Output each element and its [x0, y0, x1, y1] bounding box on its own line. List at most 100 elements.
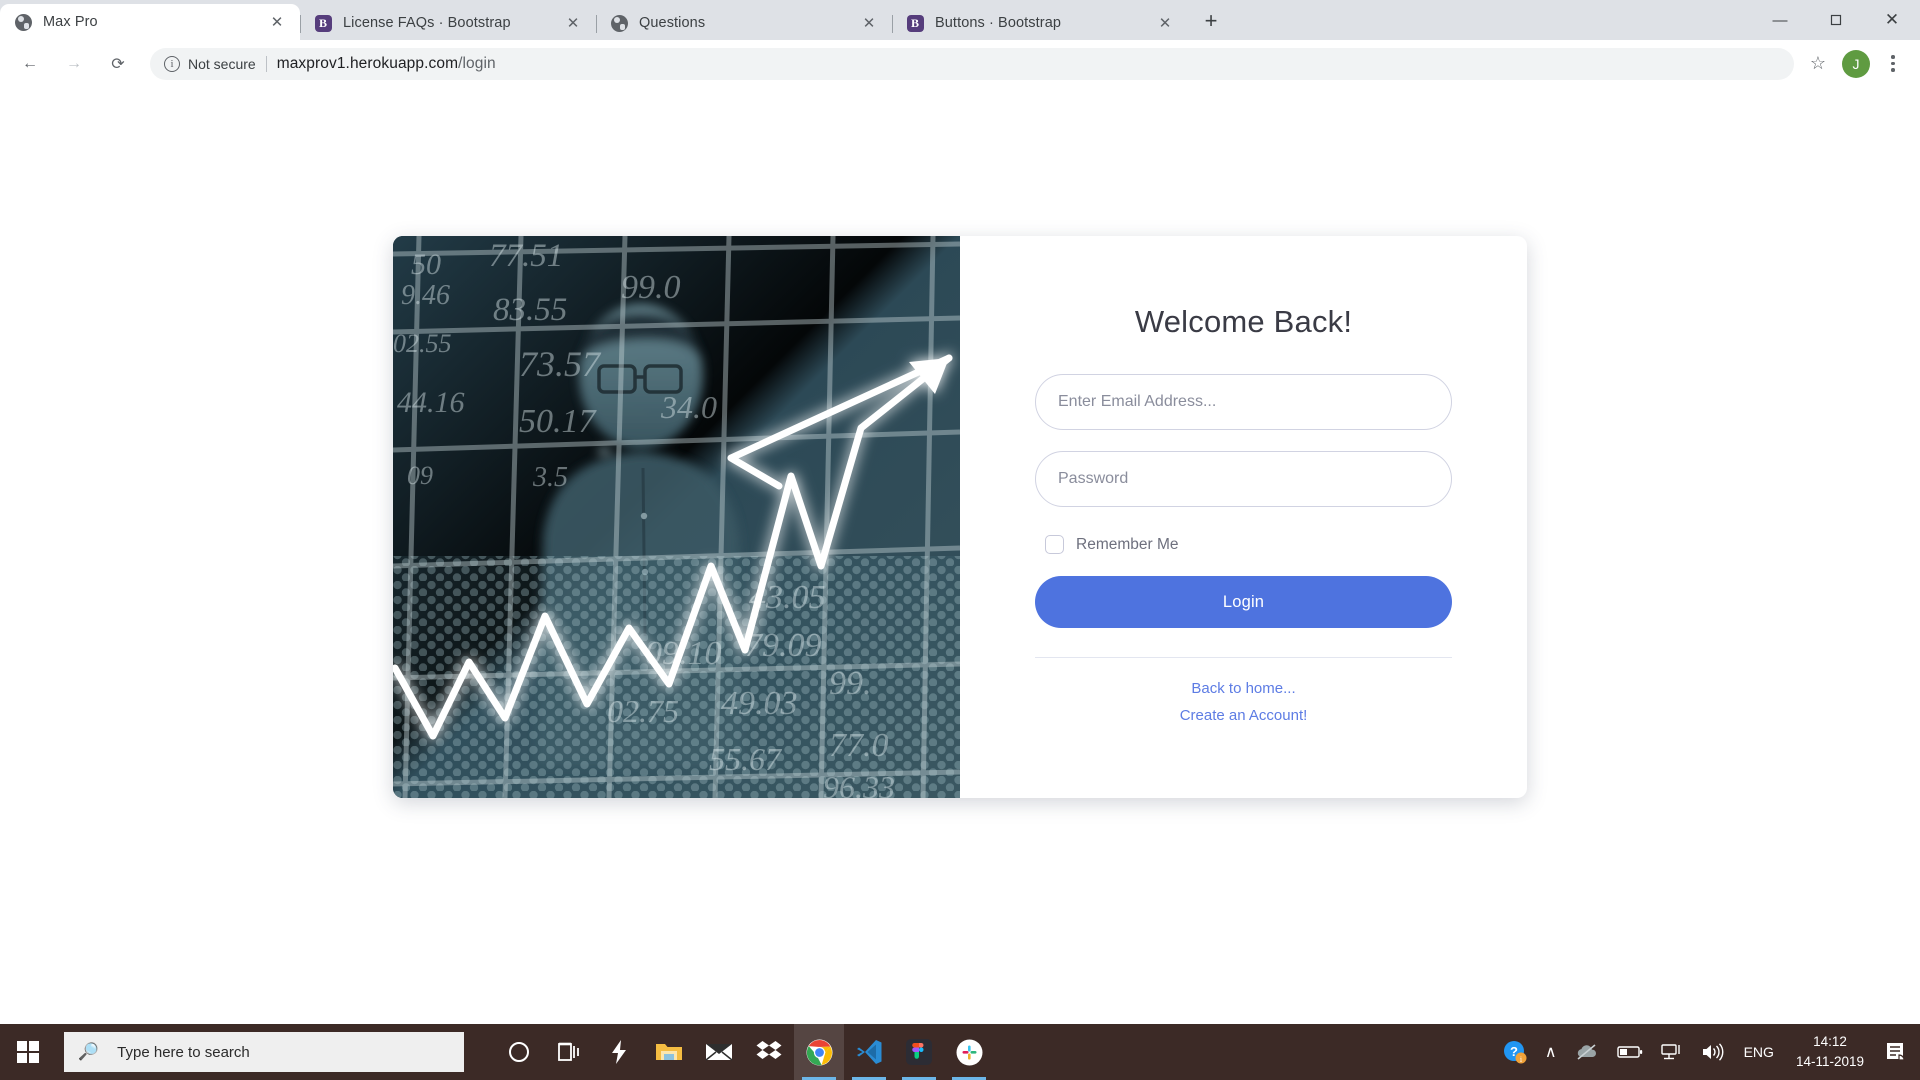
- create-account-row: Create an Account!: [1035, 707, 1452, 725]
- maximize-button[interactable]: [1808, 0, 1864, 40]
- close-icon[interactable]: ✕: [1154, 12, 1176, 34]
- svg-text:50: 50: [411, 248, 441, 281]
- svg-text:3.5: 3.5: [532, 462, 568, 493]
- security-status-label: Not secure: [188, 55, 256, 72]
- minimize-button[interactable]: —: [1752, 0, 1808, 40]
- kebab-menu-icon[interactable]: [1878, 48, 1908, 80]
- close-icon[interactable]: ✕: [858, 12, 880, 34]
- slack-icon[interactable]: [944, 1024, 994, 1080]
- svg-text:09: 09: [407, 461, 433, 490]
- tab-max-pro[interactable]: Max Pro ✕: [0, 4, 300, 40]
- back-to-home-link[interactable]: Back to home...: [1191, 680, 1295, 697]
- svg-text:34.0: 34.0: [660, 389, 717, 425]
- login-button[interactable]: Login: [1035, 576, 1452, 628]
- avatar[interactable]: J: [1842, 49, 1870, 78]
- bookmark-star-icon[interactable]: ☆: [1802, 48, 1834, 80]
- task-view-icon[interactable]: [544, 1024, 594, 1080]
- svg-text:79.09: 79.09: [745, 627, 822, 664]
- windows-logo-icon: [17, 1041, 39, 1063]
- battery-icon[interactable]: [1608, 1024, 1652, 1080]
- tab-license-faqs[interactable]: B License FAQs · Bootstrap ✕: [300, 6, 596, 40]
- divider: [1035, 657, 1452, 658]
- shazam-icon[interactable]: [594, 1024, 644, 1080]
- new-tab-button[interactable]: +: [1194, 4, 1228, 38]
- hero-image: 50 77.51 9.46 83.55 99.0 02.55 73.57 44.…: [393, 236, 960, 798]
- globe-icon: [610, 14, 628, 32]
- password-field-wrapper[interactable]: [1035, 451, 1452, 507]
- bootstrap-icon: B: [906, 14, 924, 32]
- url-host: maxprov1.herokuapp.com: [276, 54, 459, 72]
- divider: [265, 55, 267, 72]
- start-button[interactable]: [0, 1024, 56, 1080]
- browser-window: Max Pro ✕ B License FAQs · Bootstrap ✕ Q…: [0, 0, 1920, 1024]
- svg-text:77.0: 77.0: [829, 727, 889, 764]
- tab-list: Max Pro ✕ B License FAQs · Bootstrap ✕ Q…: [0, 0, 1228, 40]
- password-field[interactable]: [1058, 470, 1429, 488]
- back-icon[interactable]: ←: [12, 46, 48, 82]
- svg-text:99.: 99.: [829, 665, 872, 702]
- tab-title: Questions: [639, 15, 706, 31]
- search-placeholder-label: Type here to search: [117, 1043, 250, 1061]
- tab-title: Max Pro: [43, 14, 98, 30]
- email-field-wrapper[interactable]: [1035, 374, 1452, 430]
- windows-taskbar: 🔍 Type here to search ? i ∧ ENG 14:12 14…: [0, 1024, 1920, 1080]
- svg-text:9.46: 9.46: [401, 280, 450, 311]
- close-window-button[interactable]: ✕: [1864, 0, 1920, 40]
- network-icon[interactable]: [1652, 1024, 1692, 1080]
- language-indicator[interactable]: ENG: [1734, 1044, 1784, 1060]
- login-card: 50 77.51 9.46 83.55 99.0 02.55 73.57 44.…: [393, 236, 1527, 798]
- clock-time: 14:12: [1813, 1034, 1847, 1050]
- svg-text:02.75: 02.75: [607, 693, 679, 729]
- close-icon[interactable]: ✕: [562, 12, 584, 34]
- show-hidden-icons-chevron[interactable]: ∧: [1536, 1024, 1566, 1080]
- mail-icon[interactable]: [694, 1024, 744, 1080]
- info-icon[interactable]: i: [164, 55, 180, 72]
- url-text: maxprov1.herokuapp.com/login: [277, 55, 496, 73]
- remember-me-row[interactable]: Remember Me: [1045, 535, 1452, 554]
- tab-buttons-bootstrap[interactable]: B Buttons · Bootstrap ✕: [892, 6, 1188, 40]
- figma-icon[interactable]: [894, 1024, 944, 1080]
- svg-text:99.0: 99.0: [621, 269, 681, 306]
- help-badge-icon[interactable]: ? i: [1494, 1024, 1536, 1080]
- svg-text:77.51: 77.51: [489, 238, 563, 274]
- svg-text:55.67: 55.67: [709, 741, 783, 777]
- page-title: Welcome Back!: [1134, 304, 1353, 339]
- svg-text:49.03: 49.03: [721, 685, 798, 722]
- svg-text:83.55: 83.55: [493, 292, 567, 328]
- tab-strip: Max Pro ✕ B License FAQs · Bootstrap ✕ Q…: [0, 0, 1920, 40]
- login-form: Welcome Back! Remember Me Login Back to …: [960, 236, 1527, 798]
- remember-me-checkbox[interactable]: [1045, 535, 1064, 554]
- close-icon[interactable]: ✕: [266, 11, 288, 33]
- url-path: /login: [458, 54, 496, 72]
- svg-text:02.55: 02.55: [393, 329, 452, 358]
- tab-title: License FAQs · Bootstrap: [343, 15, 511, 31]
- dropbox-icon[interactable]: [744, 1024, 794, 1080]
- volume-icon[interactable]: [1692, 1024, 1734, 1080]
- action-center-icon[interactable]: [1876, 1024, 1916, 1080]
- svg-text:44.16: 44.16: [397, 386, 465, 419]
- system-tray: ? i ∧ ENG 14:12 14-11-2019: [1494, 1024, 1920, 1080]
- chrome-icon[interactable]: [794, 1024, 844, 1080]
- onedrive-offline-icon[interactable]: [1566, 1024, 1608, 1080]
- svg-text:50.17: 50.17: [519, 403, 598, 440]
- email-field[interactable]: [1058, 393, 1429, 411]
- forward-icon[interactable]: →: [56, 46, 92, 82]
- page-viewport: 50 77.51 9.46 83.55 99.0 02.55 73.57 44.…: [0, 88, 1920, 1024]
- vscode-icon[interactable]: [844, 1024, 894, 1080]
- file-explorer-icon[interactable]: [644, 1024, 694, 1080]
- taskbar-search[interactable]: 🔍 Type here to search: [64, 1032, 464, 1072]
- clock[interactable]: 14:12 14-11-2019: [1784, 1024, 1876, 1080]
- tab-questions[interactable]: Questions ✕: [596, 6, 892, 40]
- window-controls: — ✕: [1752, 0, 1920, 40]
- bootstrap-icon-letter: B: [314, 14, 332, 32]
- svg-text:96.33: 96.33: [823, 769, 895, 798]
- svg-text:73.57: 73.57: [519, 344, 602, 384]
- taskbar-app-icons: [494, 1024, 994, 1080]
- search-icon: 🔍: [78, 1042, 100, 1061]
- tab-title: Buttons · Bootstrap: [935, 15, 1062, 31]
- cortana-icon[interactable]: [494, 1024, 544, 1080]
- browser-toolbar: ← → ⟳ i Not secure maxprov1.herokuapp.co…: [0, 40, 1920, 88]
- create-account-link[interactable]: Create an Account!: [1180, 707, 1308, 724]
- address-bar[interactable]: i Not secure maxprov1.herokuapp.com/logi…: [150, 47, 1794, 80]
- reload-icon[interactable]: ⟳: [100, 46, 136, 82]
